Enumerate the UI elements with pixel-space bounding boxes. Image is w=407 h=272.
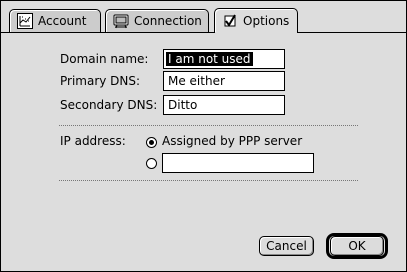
- domain-value: I am not used: [166, 52, 253, 66]
- tab-baseline: [1, 32, 406, 33]
- ip-assigned-label[interactable]: Assigned by PPP server: [162, 134, 302, 148]
- ip-manual-radio[interactable]: [146, 158, 157, 169]
- ok-button[interactable]: OK: [330, 236, 384, 256]
- tab-gap: [215, 32, 297, 33]
- dialog-window: Account Connection Options Domain name: …: [0, 0, 407, 272]
- account-icon: [17, 13, 33, 29]
- tab-account[interactable]: Account: [9, 9, 101, 32]
- secondary-dns-value: Ditto: [168, 98, 198, 112]
- cancel-button-label: Cancel: [266, 239, 307, 253]
- primary-dns-field[interactable]: Me either: [163, 71, 285, 91]
- ip-assigned-radio[interactable]: [146, 137, 157, 148]
- primary-dns-label: Primary DNS:: [60, 74, 141, 88]
- tab-connection-label: Connection: [134, 14, 202, 28]
- divider-bottom: [59, 180, 359, 181]
- ip-address-label: IP address:: [60, 134, 126, 148]
- tab-connection[interactable]: Connection: [105, 9, 209, 32]
- connection-icon: [113, 13, 129, 29]
- primary-dns-value: Me either: [168, 74, 225, 88]
- domain-label: Domain name:: [60, 52, 149, 66]
- cancel-button[interactable]: Cancel: [259, 236, 314, 256]
- secondary-dns-field[interactable]: Ditto: [163, 95, 285, 115]
- ok-button-label: OK: [348, 239, 366, 253]
- tab-account-label: Account: [38, 14, 87, 28]
- domain-field[interactable]: I am not used: [163, 49, 285, 69]
- options-pane: Domain name: I am not used Primary DNS: …: [1, 33, 406, 271]
- tab-options-label: Options: [243, 14, 290, 28]
- checkbox-icon: [222, 13, 238, 29]
- ip-manual-field[interactable]: [162, 153, 314, 173]
- tab-options[interactable]: Options: [214, 8, 298, 33]
- secondary-dns-label: Secondary DNS:: [60, 98, 158, 112]
- divider-top: [59, 125, 359, 126]
